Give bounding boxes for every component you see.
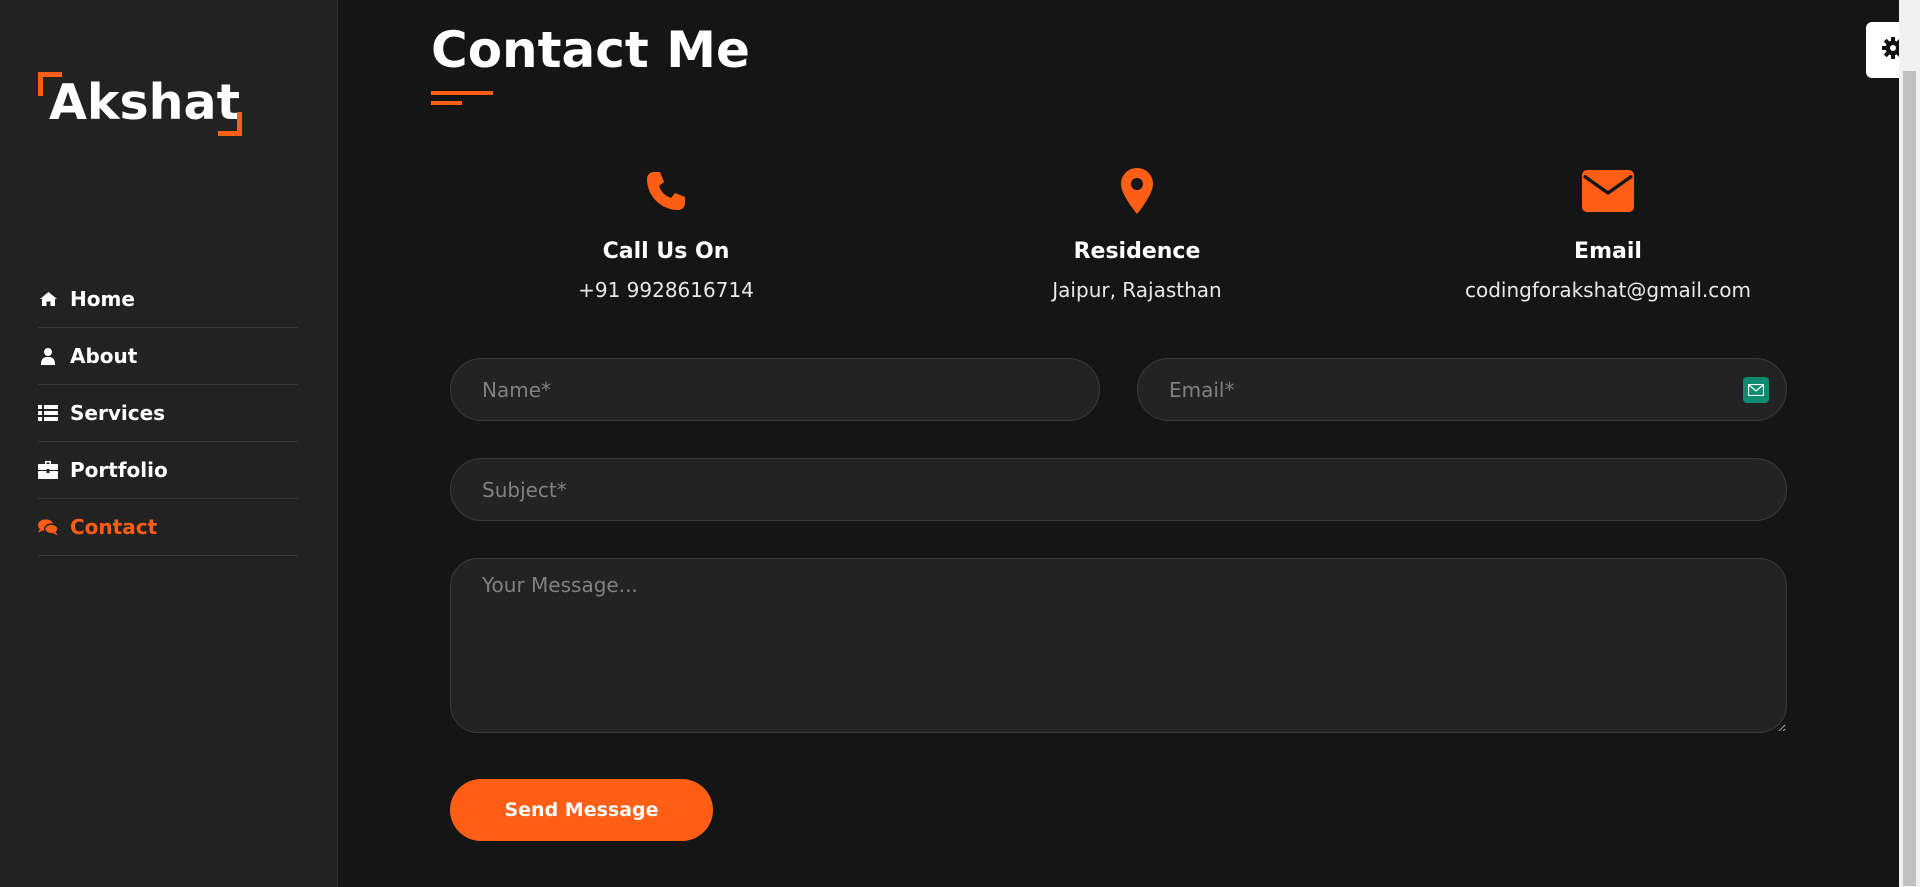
sidebar-item-about[interactable]: About (38, 328, 298, 385)
sidebar-item-contact[interactable]: Contact (38, 499, 298, 556)
list-icon (38, 403, 58, 423)
send-message-button[interactable]: Send Message (450, 779, 713, 841)
title-underline (431, 91, 493, 95)
map-marker-icon (902, 165, 1372, 217)
info-value: codingforakshat@gmail.com (1464, 278, 1751, 302)
info-value: +91 9928616714 (578, 278, 754, 302)
email-field-wrapper (1137, 358, 1787, 421)
info-card-email: Email codingforakshat@gmail.com (1373, 165, 1843, 302)
subject-input[interactable] (450, 458, 1787, 521)
autofill-mail-icon[interactable] (1743, 377, 1769, 403)
logo-text: Akshat (49, 74, 241, 131)
phone-icon (431, 165, 901, 217)
info-card-phone: Call Us On +91 9928616714 (431, 165, 901, 302)
page-title: Contact Me (431, 21, 750, 79)
sidebar-item-label: Portfolio (70, 458, 168, 482)
title-underline-short (431, 101, 462, 105)
info-title: Residence (1073, 239, 1201, 264)
logo-corner-bottom-right (218, 112, 242, 136)
info-value: Jaipur, Rajasthan (1052, 278, 1222, 302)
name-input[interactable] (450, 358, 1100, 421)
home-icon (38, 289, 58, 309)
sidebar-nav: Home About Services Portfolio Contact (38, 271, 298, 556)
briefcase-icon (38, 460, 58, 480)
sidebar-item-home[interactable]: Home (38, 271, 298, 328)
message-textarea[interactable] (450, 558, 1787, 733)
comments-icon (38, 517, 58, 537)
sidebar-item-label: Contact (70, 515, 158, 539)
sidebar-item-portfolio[interactable]: Portfolio (38, 442, 298, 499)
sidebar-item-label: About (70, 344, 138, 368)
info-title: Call Us On (602, 239, 730, 264)
envelope-icon (1373, 165, 1843, 217)
main-content: Contact Me Call Us On +91 9928616714 Res… (338, 0, 1898, 887)
vertical-scrollbar[interactable] (1899, 0, 1920, 887)
sidebar: Akshat Home About Services Portfolio Con… (0, 0, 338, 887)
info-card-residence: Residence Jaipur, Rajasthan (902, 165, 1372, 302)
scrollbar-thumb[interactable] (1903, 71, 1916, 886)
email-input[interactable] (1137, 358, 1787, 421)
info-title: Email (1574, 239, 1642, 264)
contact-info-row: Call Us On +91 9928616714 Residence Jaip… (431, 165, 1843, 302)
logo[interactable]: Akshat (38, 72, 242, 136)
sidebar-item-label: Home (70, 287, 135, 311)
sidebar-item-services[interactable]: Services (38, 385, 298, 442)
user-icon (38, 346, 58, 366)
sidebar-item-label: Services (70, 401, 166, 425)
